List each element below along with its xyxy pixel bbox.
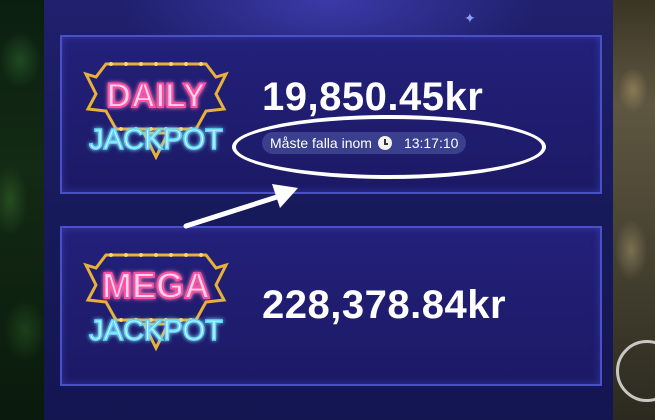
logo-jackpot-text: JACKPOT — [89, 315, 223, 347]
logo-daily-text: DAILY — [107, 77, 206, 115]
logo-mega-text: MEGA — [102, 265, 210, 306]
timer-highlight-ellipse — [232, 115, 546, 179]
jungle-background-left — [0, 0, 44, 420]
daily-jackpot-logo: DAILY JACKPOT — [83, 62, 229, 161]
mega-jackpot-logo: MEGA JACKPOT — [83, 253, 229, 352]
daily-jackpot-amount: 19,850.45kr — [262, 75, 484, 119]
jackpot-panel: ✦ ✦ DAILY JACKPOT 19,850.45kr — [44, 0, 613, 420]
arrow-icon — [183, 184, 298, 229]
sparkle-icon: ✦ — [464, 10, 476, 26]
mega-jackpot-amount: 228,378.84kr — [262, 283, 507, 327]
mega-jackpot-card: MEGA JACKPOT 228,378.84kr — [60, 226, 602, 386]
logo-jackpot-text: JACKPOT — [89, 124, 223, 156]
